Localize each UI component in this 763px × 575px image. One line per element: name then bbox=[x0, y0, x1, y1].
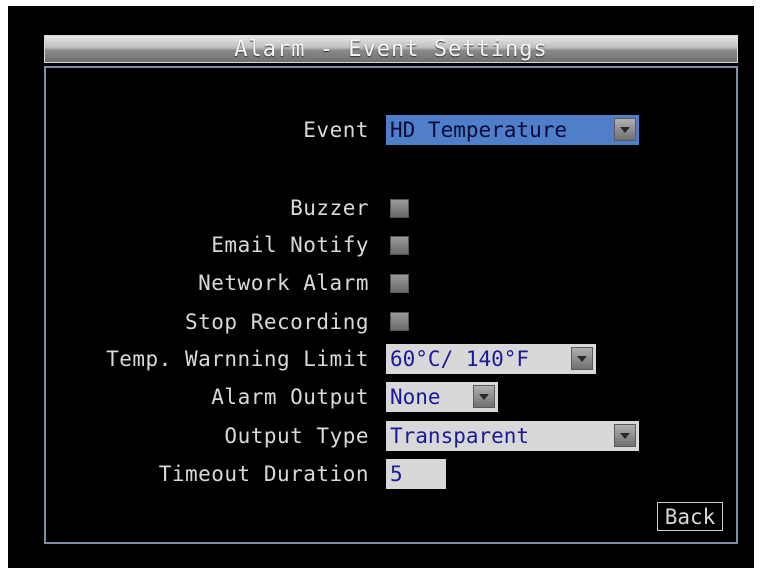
email-notify-label: Email Notify bbox=[211, 233, 369, 257]
timeout-duration-input[interactable]: 5 bbox=[386, 459, 446, 489]
chevron-down-icon[interactable] bbox=[614, 118, 636, 141]
alarm-output-label: Alarm Output bbox=[211, 385, 369, 409]
event-dropdown[interactable]: HD Temperature bbox=[386, 115, 639, 145]
temp-limit-value: 60°C/ 140°F bbox=[390, 347, 530, 371]
timeout-duration-label: Timeout Duration bbox=[158, 462, 369, 486]
stop-recording-checkbox[interactable] bbox=[390, 312, 409, 331]
timeout-duration-value: 5 bbox=[390, 462, 403, 486]
chevron-down-icon[interactable] bbox=[571, 347, 593, 370]
back-button[interactable]: Back bbox=[657, 502, 723, 531]
alarm-output-dropdown[interactable]: None bbox=[386, 382, 498, 412]
event-value: HD Temperature bbox=[390, 118, 568, 142]
event-label: Event bbox=[303, 118, 369, 142]
buzzer-label: Buzzer bbox=[290, 196, 369, 220]
temp-limit-dropdown[interactable]: 60°C/ 140°F bbox=[386, 344, 596, 374]
output-type-value: Transparent bbox=[390, 424, 530, 448]
chevron-down-icon[interactable] bbox=[473, 385, 495, 408]
temp-limit-label: Temp. Warnning Limit bbox=[106, 347, 369, 371]
network-alarm-label: Network Alarm bbox=[198, 271, 369, 295]
stop-recording-label: Stop Recording bbox=[184, 310, 369, 334]
chevron-down-icon[interactable] bbox=[614, 424, 636, 447]
network-alarm-checkbox[interactable] bbox=[390, 274, 409, 293]
alarm-output-value: None bbox=[390, 385, 441, 409]
buzzer-checkbox[interactable] bbox=[390, 199, 409, 218]
output-type-dropdown[interactable]: Transparent bbox=[386, 421, 639, 451]
output-type-label: Output Type bbox=[224, 424, 369, 448]
window-title: Alarm - Event Settings bbox=[44, 35, 738, 63]
email-notify-checkbox[interactable] bbox=[390, 236, 409, 255]
